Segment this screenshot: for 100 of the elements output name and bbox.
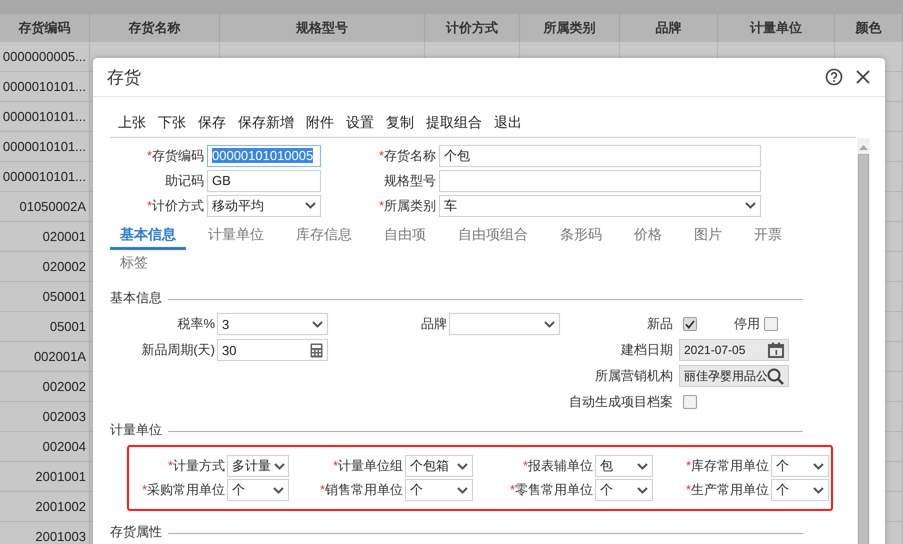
column-header: 规格型号 bbox=[220, 14, 425, 41]
table-cell: 0000000005... bbox=[2, 49, 86, 64]
table-cell: 0000010101... bbox=[2, 169, 86, 184]
table-cell: 002001A bbox=[34, 349, 86, 364]
dropdown[interactable]: 移动平均 bbox=[207, 194, 321, 216]
table-cell: 05001 bbox=[50, 319, 86, 334]
table-cell: 002003 bbox=[42, 409, 86, 424]
tab[interactable]: 自由项 bbox=[374, 224, 436, 250]
field-label: 规格型号 bbox=[383, 172, 437, 190]
column-header: 计量单位 bbox=[718, 14, 835, 41]
field-label: 自动生成项目档案 bbox=[569, 394, 673, 409]
dropdown[interactable]: 个包箱 bbox=[405, 455, 473, 477]
field-label: 新品周期(天) bbox=[141, 342, 215, 357]
input-field[interactable]: 个包 bbox=[439, 144, 761, 166]
column-header: 品牌 bbox=[620, 14, 718, 41]
checkbox[interactable] bbox=[683, 395, 697, 409]
column-header: 存货编码 bbox=[0, 14, 90, 41]
chevron-icon bbox=[457, 486, 468, 494]
table-cell: 2001003 bbox=[35, 529, 86, 544]
column-header: 存货名称 bbox=[90, 14, 220, 41]
dropdown[interactable]: 车 bbox=[439, 194, 761, 216]
field-label: *采购常用单位 bbox=[140, 481, 226, 499]
tab[interactable]: 库存信息 bbox=[286, 224, 362, 250]
field-label: *销售常用单位 bbox=[318, 481, 404, 499]
table-cell: 2001002 bbox=[35, 499, 86, 514]
table-cell: 020001 bbox=[42, 229, 86, 244]
input-field[interactable]: 30 bbox=[217, 339, 328, 361]
dropdown[interactable]: 3 bbox=[217, 313, 328, 335]
table-cell: 01050002A bbox=[19, 199, 86, 214]
chevron-icon bbox=[745, 202, 756, 209]
tab[interactable]: 开票 bbox=[744, 224, 792, 250]
chevron-icon bbox=[274, 462, 285, 470]
section-title: 存货属性 bbox=[110, 523, 163, 541]
chevron-icon bbox=[305, 202, 316, 209]
toolbar-button[interactable]: 保存新增 bbox=[238, 113, 306, 133]
field-label: *零售常用单位 bbox=[508, 481, 594, 499]
table-cell: 0000010101... bbox=[2, 139, 86, 154]
toolbar-button[interactable]: 下张 bbox=[158, 113, 198, 133]
input-field[interactable]: 2021-07-05 bbox=[679, 339, 789, 361]
field-label: *生产常用单位 bbox=[684, 481, 770, 499]
dropdown[interactable]: 个 bbox=[771, 479, 829, 501]
input-field[interactable]: GB bbox=[207, 170, 321, 192]
column-header: 颜色 bbox=[835, 14, 903, 41]
search-icon[interactable] bbox=[767, 368, 784, 384]
tab[interactable]: 价格 bbox=[624, 224, 672, 250]
column-header: 计价方式 bbox=[425, 14, 520, 41]
tab[interactable]: 基本信息 bbox=[110, 224, 186, 250]
field-label: 税率% bbox=[177, 316, 215, 331]
column-header: 所属类别 bbox=[520, 14, 620, 41]
table-cell: 2001001 bbox=[35, 469, 86, 484]
field-label: *所属类别 bbox=[378, 196, 437, 214]
field-label: 助记码 bbox=[164, 172, 205, 190]
field-label: *计价方式 bbox=[146, 196, 205, 214]
field-label: *库存常用单位 bbox=[684, 457, 770, 475]
input-field[interactable] bbox=[439, 170, 761, 192]
scrollbar[interactable] bbox=[857, 138, 870, 544]
toolbar-button[interactable]: 复制 bbox=[386, 113, 426, 133]
tab[interactable]: 自由项组合 bbox=[448, 224, 538, 250]
dropdown[interactable]: 个 bbox=[771, 455, 829, 477]
toolbar-button[interactable]: 保存 bbox=[198, 113, 238, 133]
tab[interactable]: 条形码 bbox=[550, 224, 612, 250]
table-cell: 0000010101... bbox=[2, 79, 86, 94]
section-title: 基本信息 bbox=[110, 289, 163, 307]
field-label: 新品 bbox=[647, 316, 673, 331]
tab[interactable]: 图片 bbox=[684, 224, 732, 250]
toolbar-button[interactable]: 附件 bbox=[306, 113, 346, 133]
dropdown[interactable]: 个 bbox=[227, 479, 289, 501]
toolbar-button[interactable]: 设置 bbox=[346, 113, 386, 133]
tab[interactable]: 计量单位 bbox=[198, 224, 274, 250]
table-cell: 002002 bbox=[42, 379, 86, 394]
dropdown[interactable]: 个 bbox=[595, 479, 653, 501]
toolbar-button[interactable]: 上张 bbox=[118, 113, 158, 133]
table-cell: 020002 bbox=[42, 259, 86, 274]
dropdown[interactable]: 个 bbox=[405, 479, 473, 501]
checkbox[interactable] bbox=[683, 317, 697, 331]
close-icon[interactable] bbox=[855, 69, 871, 85]
field-label: *计量单位组 bbox=[332, 457, 404, 475]
table-cell: 050001 bbox=[42, 289, 86, 304]
field-label: *计量方式 bbox=[166, 457, 226, 475]
dialog-title: 存货 bbox=[107, 66, 142, 88]
table-cell: 002004 bbox=[42, 439, 86, 454]
field-label: *存货名称 bbox=[378, 146, 437, 164]
field-label: *存货编码 bbox=[146, 146, 205, 164]
dropdown[interactable]: 包 bbox=[595, 455, 653, 477]
table-cell: 0000010101... bbox=[2, 109, 86, 124]
checkbox[interactable] bbox=[764, 317, 778, 331]
chevron-icon bbox=[637, 486, 648, 494]
field-label: *报表辅单位 bbox=[522, 457, 594, 475]
chevron-icon bbox=[637, 462, 648, 470]
field-label: 建档日期 bbox=[621, 342, 673, 357]
input-field[interactable]: 00000101010005 bbox=[207, 144, 321, 166]
chevron-icon bbox=[544, 320, 555, 328]
toolbar-button[interactable]: 提取组合 bbox=[426, 113, 494, 133]
calculator-icon[interactable] bbox=[310, 342, 323, 358]
help-icon[interactable] bbox=[825, 68, 843, 86]
field-label: 停用 bbox=[734, 315, 760, 333]
toolbar-button[interactable]: 退出 bbox=[494, 113, 534, 133]
tab[interactable]: 标签 bbox=[110, 252, 158, 278]
calendar-icon[interactable] bbox=[768, 342, 784, 358]
dropdown[interactable]: 多计量 bbox=[227, 455, 289, 477]
